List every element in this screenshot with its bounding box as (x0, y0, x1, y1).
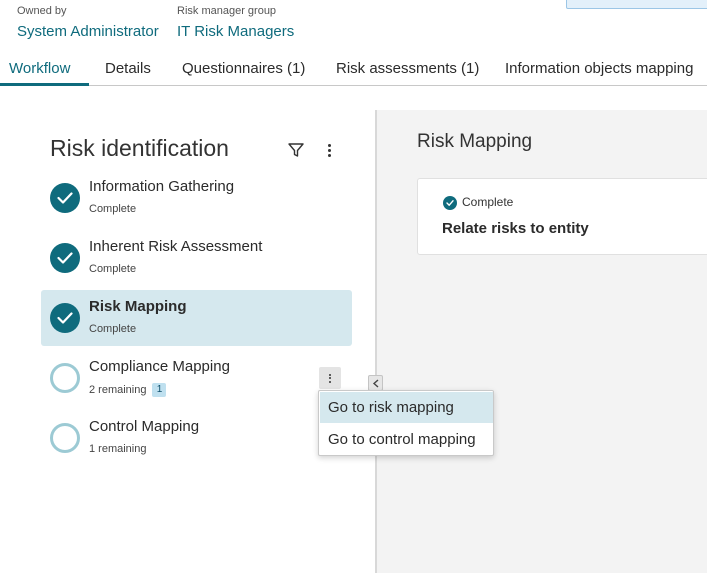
step-information-gathering[interactable]: Information Gathering Complete (41, 170, 352, 226)
tab-information-objects-mapping[interactable]: Information objects mapping (505, 60, 693, 77)
step-more-button[interactable] (319, 367, 341, 389)
risk-group-label: Risk manager group (177, 5, 277, 17)
remaining-count: 2 remaining (89, 384, 147, 396)
tab-bar: Workflow Details Questionnaires (1) Risk… (0, 56, 707, 86)
menu-item-go-to-risk-mapping[interactable]: Go to risk mapping (320, 392, 493, 423)
step-context-menu: Go to risk mapping Go to control mapping (318, 390, 494, 456)
collapse-panel-button[interactable] (368, 375, 383, 391)
step-control-mapping[interactable]: Control Mapping 1 remaining (41, 410, 352, 466)
task-status: Complete (462, 195, 514, 209)
step-status: Complete (89, 203, 137, 215)
pending-circle-icon (50, 363, 80, 393)
chevron-left-icon (372, 379, 379, 388)
step-name: Information Gathering (89, 178, 235, 195)
stage-title: Risk identification (50, 135, 229, 161)
risk-group-value[interactable]: IT Risk Managers (177, 23, 294, 40)
step-status: Complete (89, 323, 137, 335)
step-name: Compliance Mapping (89, 358, 230, 375)
owned-by-value[interactable]: System Administrator (17, 23, 159, 40)
check-circle-icon (50, 183, 80, 213)
check-circle-icon (443, 196, 457, 210)
check-circle-icon (50, 303, 80, 333)
owned-by-label: Owned by (17, 5, 67, 17)
tab-questionnaires[interactable]: Questionnaires (1) (182, 60, 305, 77)
step-status: 1 remaining (89, 443, 147, 455)
step-detail-title: Risk Mapping (417, 131, 533, 152)
task-name-link[interactable]: Relate risks to entity (442, 220, 589, 237)
step-compliance-mapping[interactable]: Compliance Mapping 2 remaining 1 (41, 350, 352, 406)
menu-item-go-to-control-mapping[interactable]: Go to control mapping (320, 424, 493, 455)
risk-group-block: Risk manager group IT Risk Managers (177, 5, 294, 40)
owned-by-block: Owned by System Administrator (17, 5, 159, 40)
more-vertical-icon (323, 370, 337, 386)
filter-icon[interactable] (287, 141, 305, 159)
check-circle-icon (50, 243, 80, 273)
step-status: 2 remaining 1 (89, 383, 167, 397)
step-name: Inherent Risk Assessment (89, 238, 263, 255)
tab-workflow[interactable]: Workflow (9, 60, 70, 77)
step-name: Control Mapping (89, 418, 200, 435)
pending-circle-icon (50, 423, 80, 453)
active-tab-indicator (0, 83, 89, 86)
step-risk-mapping[interactable]: Risk Mapping Complete (41, 290, 352, 346)
more-vertical-icon[interactable] (322, 142, 336, 158)
tab-risk-assessments[interactable]: Risk assessments (1) (336, 60, 479, 77)
step-status: Complete (89, 263, 137, 275)
task-card[interactable]: Complete Relate risks to entity (417, 178, 707, 255)
count-badge: 1 (152, 383, 167, 397)
tab-details[interactable]: Details (105, 60, 151, 77)
top-banner-fragment (566, 0, 707, 9)
step-name: Risk Mapping (89, 298, 187, 315)
step-inherent-risk-assessment[interactable]: Inherent Risk Assessment Complete (41, 230, 352, 286)
